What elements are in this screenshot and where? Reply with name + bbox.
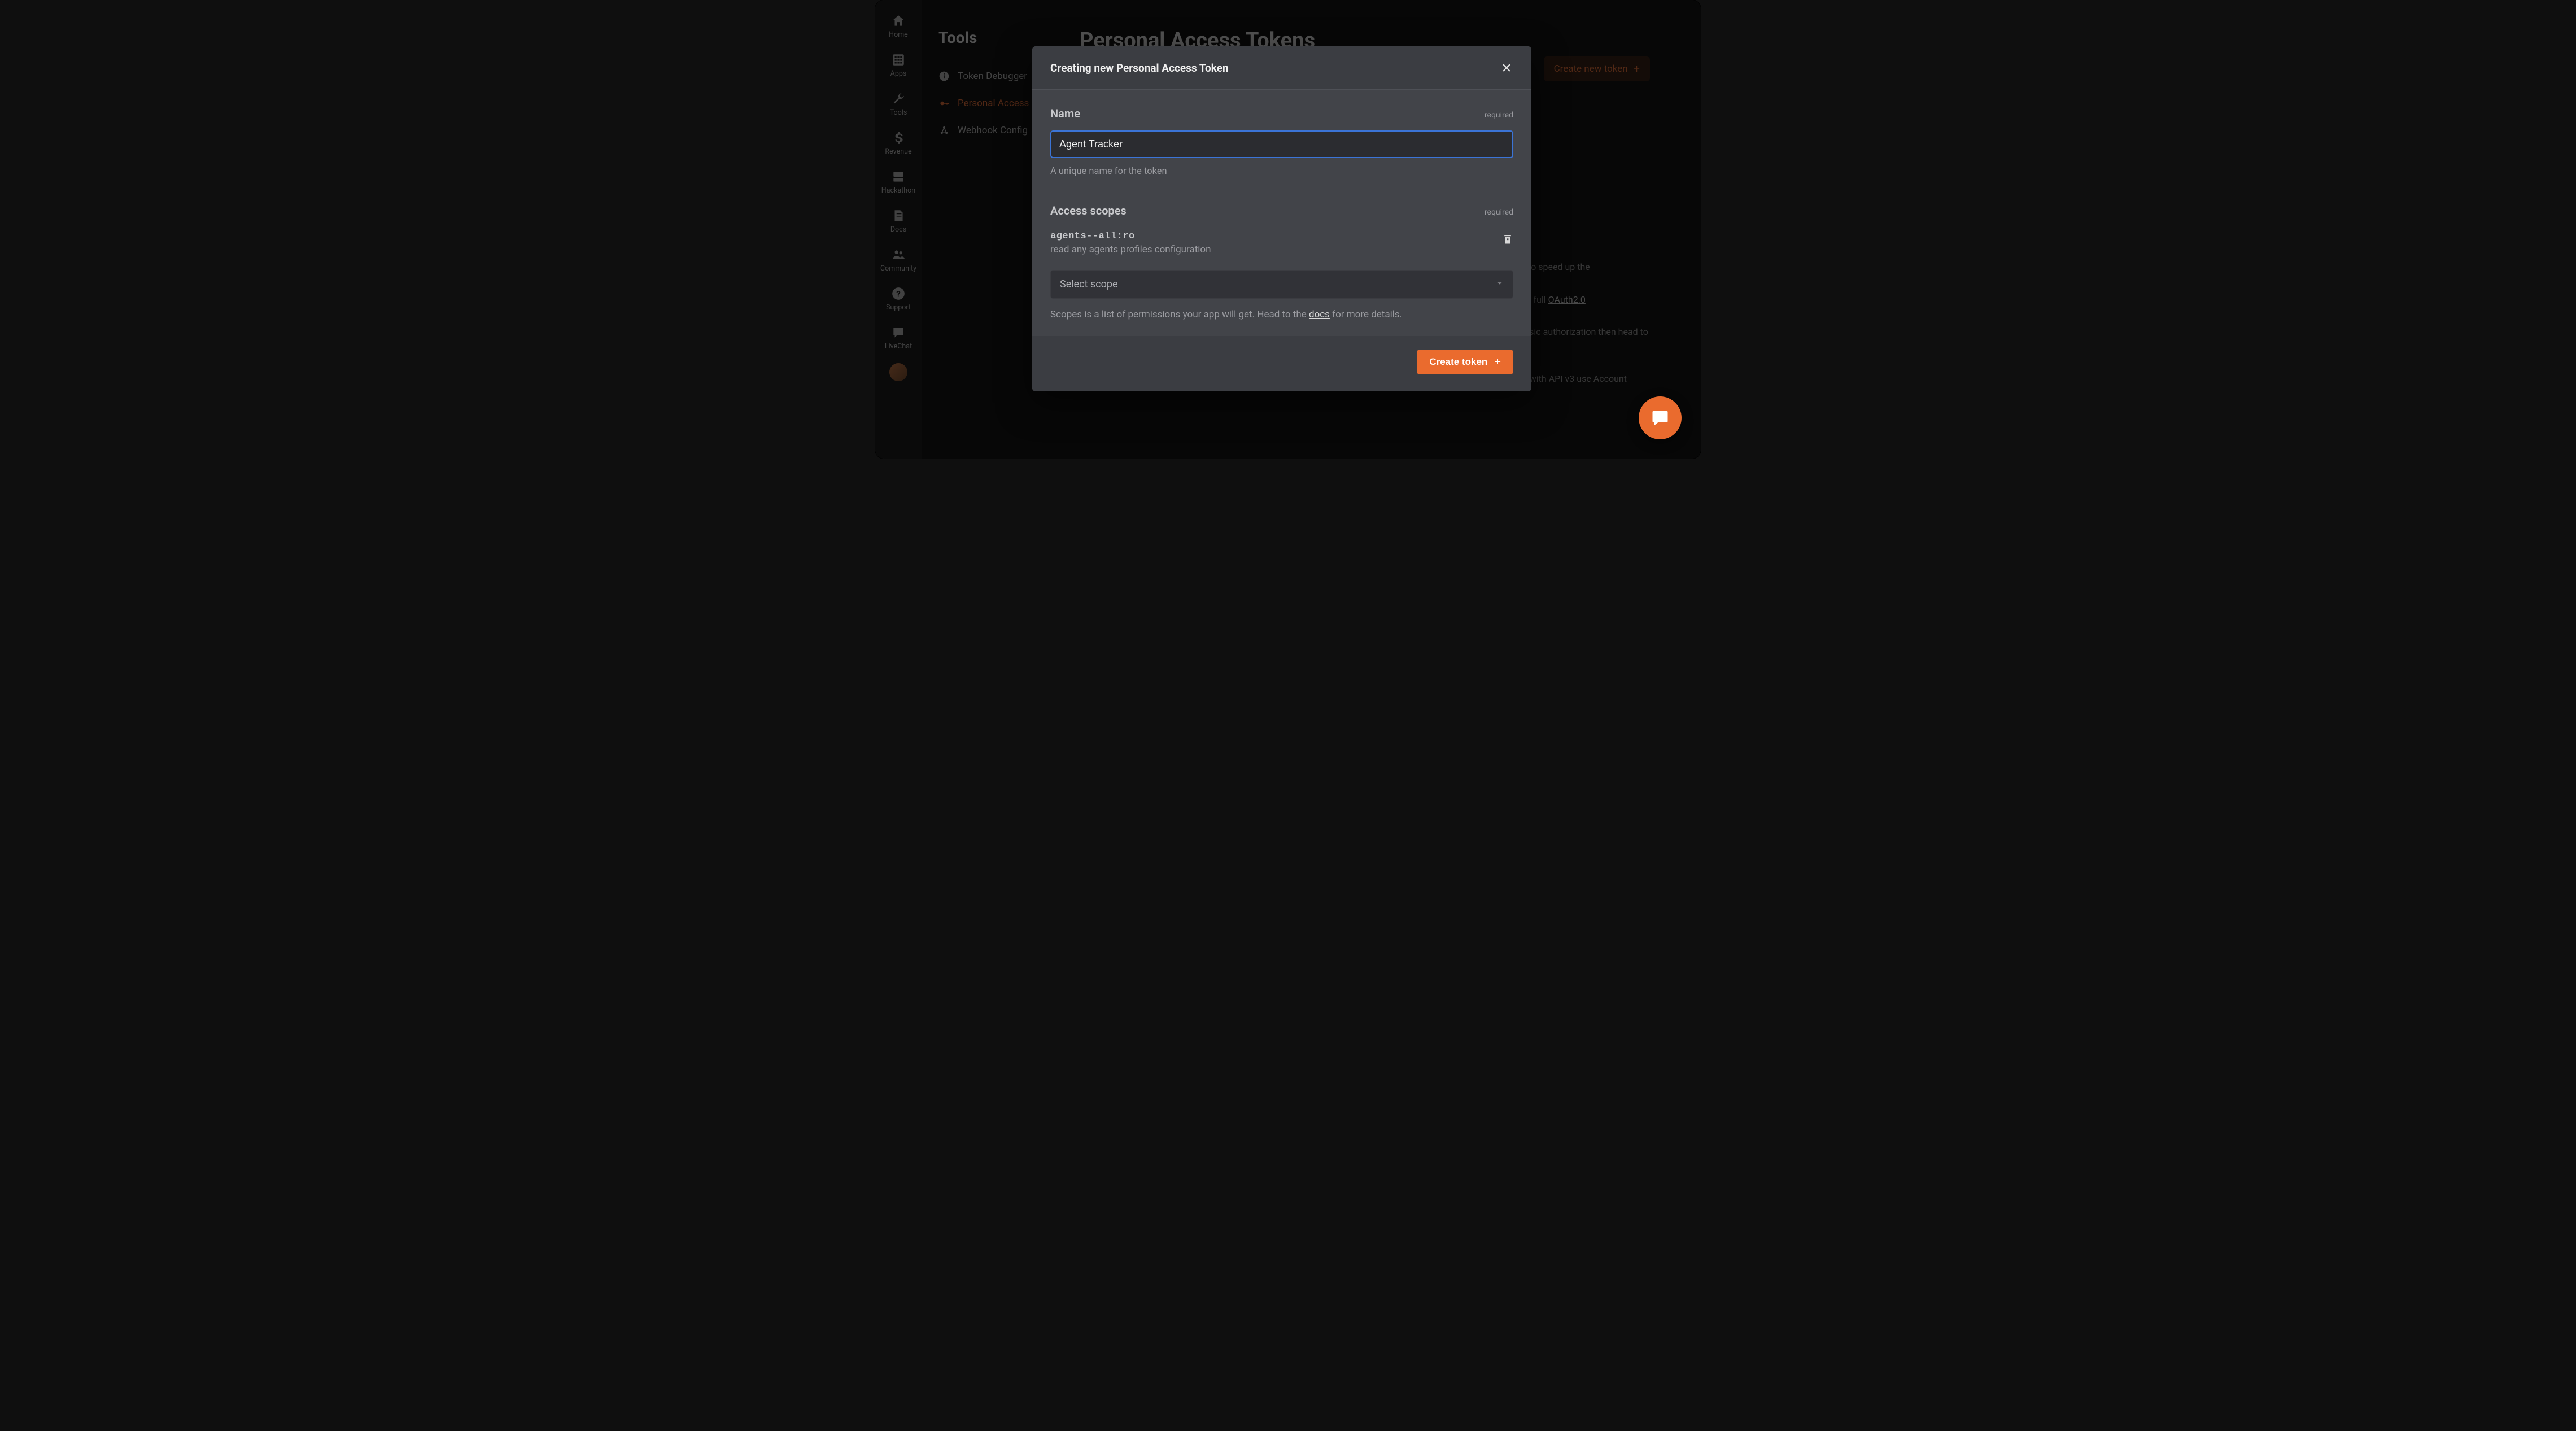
create-token-button[interactable]: Create token +	[1417, 350, 1513, 374]
scopes-required: required	[1485, 208, 1513, 217]
token-name-input[interactable]	[1050, 130, 1513, 158]
modal-footer: Create token +	[1032, 336, 1531, 391]
scopes-label: Access scopes	[1050, 204, 1127, 217]
delete-scope-button[interactable]	[1502, 233, 1513, 248]
scope-code: agents--all:ro	[1050, 231, 1211, 242]
modal-body: Name required A unique name for the toke…	[1032, 90, 1531, 326]
scopes-hint-text: for more details.	[1330, 309, 1402, 320]
modal-close-button[interactable]	[1500, 61, 1513, 75]
scopes-hint: Scopes is a list of permissions your app…	[1050, 309, 1513, 320]
create-token-label: Create token	[1429, 356, 1487, 368]
scope-desc: read any agents profiles configuration	[1050, 244, 1211, 255]
modal-title: Creating new Personal Access Token	[1050, 62, 1229, 75]
name-label: Name	[1050, 107, 1080, 120]
modal-header: Creating new Personal Access Token	[1032, 46, 1531, 90]
name-hint: A unique name for the token	[1050, 166, 1513, 177]
trash-icon	[1502, 233, 1513, 246]
chevron-down-icon	[1496, 278, 1504, 290]
select-scope-dropdown[interactable]: Select scope	[1050, 270, 1513, 299]
select-scope-placeholder: Select scope	[1060, 278, 1118, 290]
scope-item: agents--all:ro read any agents profiles …	[1050, 228, 1513, 265]
close-icon	[1501, 62, 1512, 73]
plus-icon: +	[1494, 356, 1501, 368]
name-required: required	[1485, 111, 1513, 120]
chat-fab[interactable]	[1639, 396, 1682, 439]
chat-bubble-icon	[1650, 408, 1670, 428]
create-pat-modal: Creating new Personal Access Token Name …	[1032, 46, 1531, 391]
scopes-hint-text: Scopes is a list of permissions your app…	[1050, 309, 1309, 320]
docs-link[interactable]: docs	[1309, 309, 1330, 320]
